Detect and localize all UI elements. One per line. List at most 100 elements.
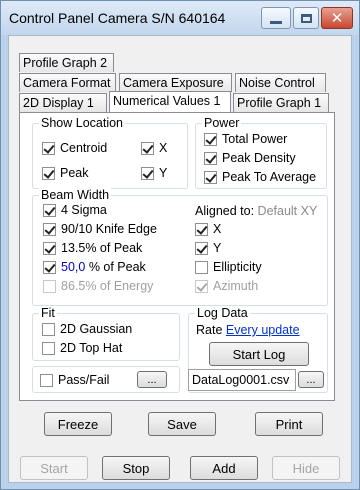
beam-width-title: Beam Width bbox=[39, 188, 112, 202]
checkbox-box bbox=[195, 241, 208, 255]
log-file-field[interactable]: DataLog0001.csv bbox=[188, 369, 296, 391]
log-file-browse-button[interactable]: ... bbox=[298, 371, 324, 388]
energy-label: 86.5% of Energy bbox=[61, 279, 154, 293]
peak-checkbox[interactable]: Peak bbox=[42, 166, 89, 180]
pass-fail-label: Pass/Fail bbox=[58, 373, 110, 387]
location-y-label: Y bbox=[159, 166, 168, 180]
gaussian-checkbox[interactable]: 2D Gaussian bbox=[42, 322, 132, 336]
pct-of-peak-135-label: 13.5% of Peak bbox=[61, 241, 143, 255]
maximize-icon bbox=[300, 13, 312, 23]
start-button[interactable]: Start bbox=[20, 456, 88, 480]
hide-button[interactable]: Hide bbox=[272, 456, 340, 480]
peak-to-average-checkbox[interactable]: Peak To Average bbox=[204, 170, 316, 184]
checkbox-box bbox=[195, 222, 208, 236]
total-power-label: Total Power bbox=[222, 132, 288, 146]
knife-edge-label: 90/10 Knife Edge bbox=[61, 222, 157, 236]
close-button[interactable]: ✕ bbox=[321, 7, 353, 29]
checkbox-box bbox=[204, 151, 217, 165]
pass-fail-group: Pass/Fail ... bbox=[32, 366, 180, 393]
pct-of-peak-135-checkbox[interactable]: 13.5% of Peak bbox=[43, 241, 142, 255]
log-data-title: Log Data bbox=[195, 306, 250, 320]
peak-to-average-label: Peak To Average bbox=[222, 170, 317, 184]
centroid-checkbox[interactable]: Centroid bbox=[42, 141, 107, 155]
pass-fail-checkbox[interactable]: Pass/Fail bbox=[40, 373, 109, 387]
add-button[interactable]: Add bbox=[190, 456, 258, 480]
freeze-button[interactable]: Freeze bbox=[44, 412, 112, 436]
rate-label: Rate bbox=[196, 323, 226, 337]
title-bar[interactable]: Control Panel Camera S/N 640164 ✕ bbox=[1, 1, 359, 35]
checkbox-box bbox=[43, 222, 56, 236]
checkbox-box bbox=[43, 241, 56, 255]
custom-pct-suffix: % of Peak bbox=[85, 260, 146, 274]
checkbox-box bbox=[141, 141, 154, 155]
tab-profile-graph-2[interactable]: Profile Graph 2 bbox=[19, 53, 114, 72]
aligned-to-value: Default XY bbox=[254, 204, 318, 218]
top-hat-checkbox[interactable]: 2D Top Hat bbox=[42, 341, 122, 355]
tab-camera-exposure[interactable]: Camera Exposure bbox=[119, 73, 232, 92]
peak-density-checkbox[interactable]: Peak Density bbox=[204, 151, 296, 165]
save-button[interactable]: Save bbox=[148, 412, 216, 436]
pass-fail-settings-button[interactable]: ... bbox=[137, 371, 167, 388]
total-power-checkbox[interactable]: Total Power bbox=[204, 132, 287, 146]
checkbox-box bbox=[42, 141, 55, 155]
minimize-icon bbox=[270, 20, 282, 24]
tab-2d-display-1[interactable]: 2D Display 1 bbox=[19, 93, 107, 112]
ellipticity-label: Ellipticity bbox=[213, 260, 262, 274]
location-x-checkbox[interactable]: X bbox=[141, 141, 167, 155]
custom-pct-value[interactable]: 50,0 bbox=[61, 260, 85, 274]
power-group: Power Total Power Peak Density Peak To A… bbox=[195, 116, 327, 189]
top-hat-label: 2D Top Hat bbox=[60, 341, 123, 355]
fit-group: Fit 2D Gaussian 2D Top Hat bbox=[32, 306, 180, 361]
rate-link[interactable]: Every update bbox=[226, 323, 300, 337]
azimuth-label: Azimuth bbox=[213, 279, 259, 293]
checkbox-box bbox=[204, 132, 217, 146]
beam-y-label: Y bbox=[213, 241, 222, 255]
checkbox-box bbox=[42, 341, 55, 355]
window-title: Control Panel Camera S/N 640164 bbox=[9, 10, 226, 26]
knife-edge-checkbox[interactable]: 90/10 Knife Edge bbox=[43, 222, 157, 236]
centroid-label: Centroid bbox=[60, 141, 108, 155]
gaussian-label: 2D Gaussian bbox=[60, 322, 133, 336]
checkbox-box bbox=[42, 166, 55, 180]
close-icon: ✕ bbox=[330, 8, 344, 27]
tab-profile-graph-1[interactable]: Profile Graph 1 bbox=[233, 93, 329, 112]
rate-row: Rate Every update bbox=[196, 323, 300, 337]
peak-label: Peak bbox=[60, 166, 89, 180]
checkbox-box bbox=[43, 279, 56, 293]
energy-checkbox[interactable]: 86.5% of Energy bbox=[43, 279, 153, 293]
numerical-values-panel: Show Location Centroid X Peak Y Power To… bbox=[19, 112, 335, 401]
beam-x-checkbox[interactable]: X bbox=[195, 222, 221, 236]
tab-noise-control[interactable]: Noise Control bbox=[235, 73, 326, 92]
four-sigma-checkbox[interactable]: 4 Sigma bbox=[43, 203, 107, 217]
tab-camera-format[interactable]: Camera Format bbox=[19, 73, 116, 92]
custom-pct-of-peak-checkbox[interactable]: 50,0 % of Peak bbox=[43, 260, 146, 274]
four-sigma-label: 4 Sigma bbox=[61, 203, 107, 217]
location-y-checkbox[interactable]: Y bbox=[141, 166, 167, 180]
checkbox-box bbox=[195, 260, 208, 274]
checkbox-box bbox=[195, 279, 208, 293]
checkbox-box bbox=[141, 166, 154, 180]
show-location-title: Show Location bbox=[39, 116, 126, 130]
fit-title: Fit bbox=[39, 306, 57, 320]
minimize-button[interactable] bbox=[261, 7, 291, 29]
control-panel-window: Control Panel Camera S/N 640164 ✕ Profil… bbox=[0, 0, 360, 490]
checkbox-box bbox=[42, 322, 55, 336]
peak-density-label: Peak Density bbox=[222, 151, 296, 165]
ellipticity-checkbox[interactable]: Ellipticity bbox=[195, 260, 262, 274]
aligned-to-text: Aligned to: Default XY bbox=[195, 204, 317, 218]
beam-x-label: X bbox=[213, 222, 222, 236]
checkbox-box bbox=[43, 260, 56, 274]
location-x-label: X bbox=[159, 141, 168, 155]
beam-y-checkbox[interactable]: Y bbox=[195, 241, 221, 255]
checkbox-box bbox=[204, 170, 217, 184]
checkbox-box bbox=[43, 203, 56, 217]
start-log-button[interactable]: Start Log bbox=[209, 342, 309, 366]
maximize-button[interactable] bbox=[293, 7, 319, 29]
aligned-to-label: Aligned to: bbox=[195, 204, 255, 218]
print-button[interactable]: Print bbox=[255, 412, 323, 436]
power-title: Power bbox=[202, 116, 242, 130]
azimuth-checkbox[interactable]: Azimuth bbox=[195, 279, 258, 293]
tab-numerical-values-1[interactable]: Numerical Values 1 bbox=[109, 91, 231, 112]
stop-button[interactable]: Stop bbox=[102, 456, 170, 480]
show-location-group: Show Location Centroid X Peak Y bbox=[32, 116, 188, 189]
